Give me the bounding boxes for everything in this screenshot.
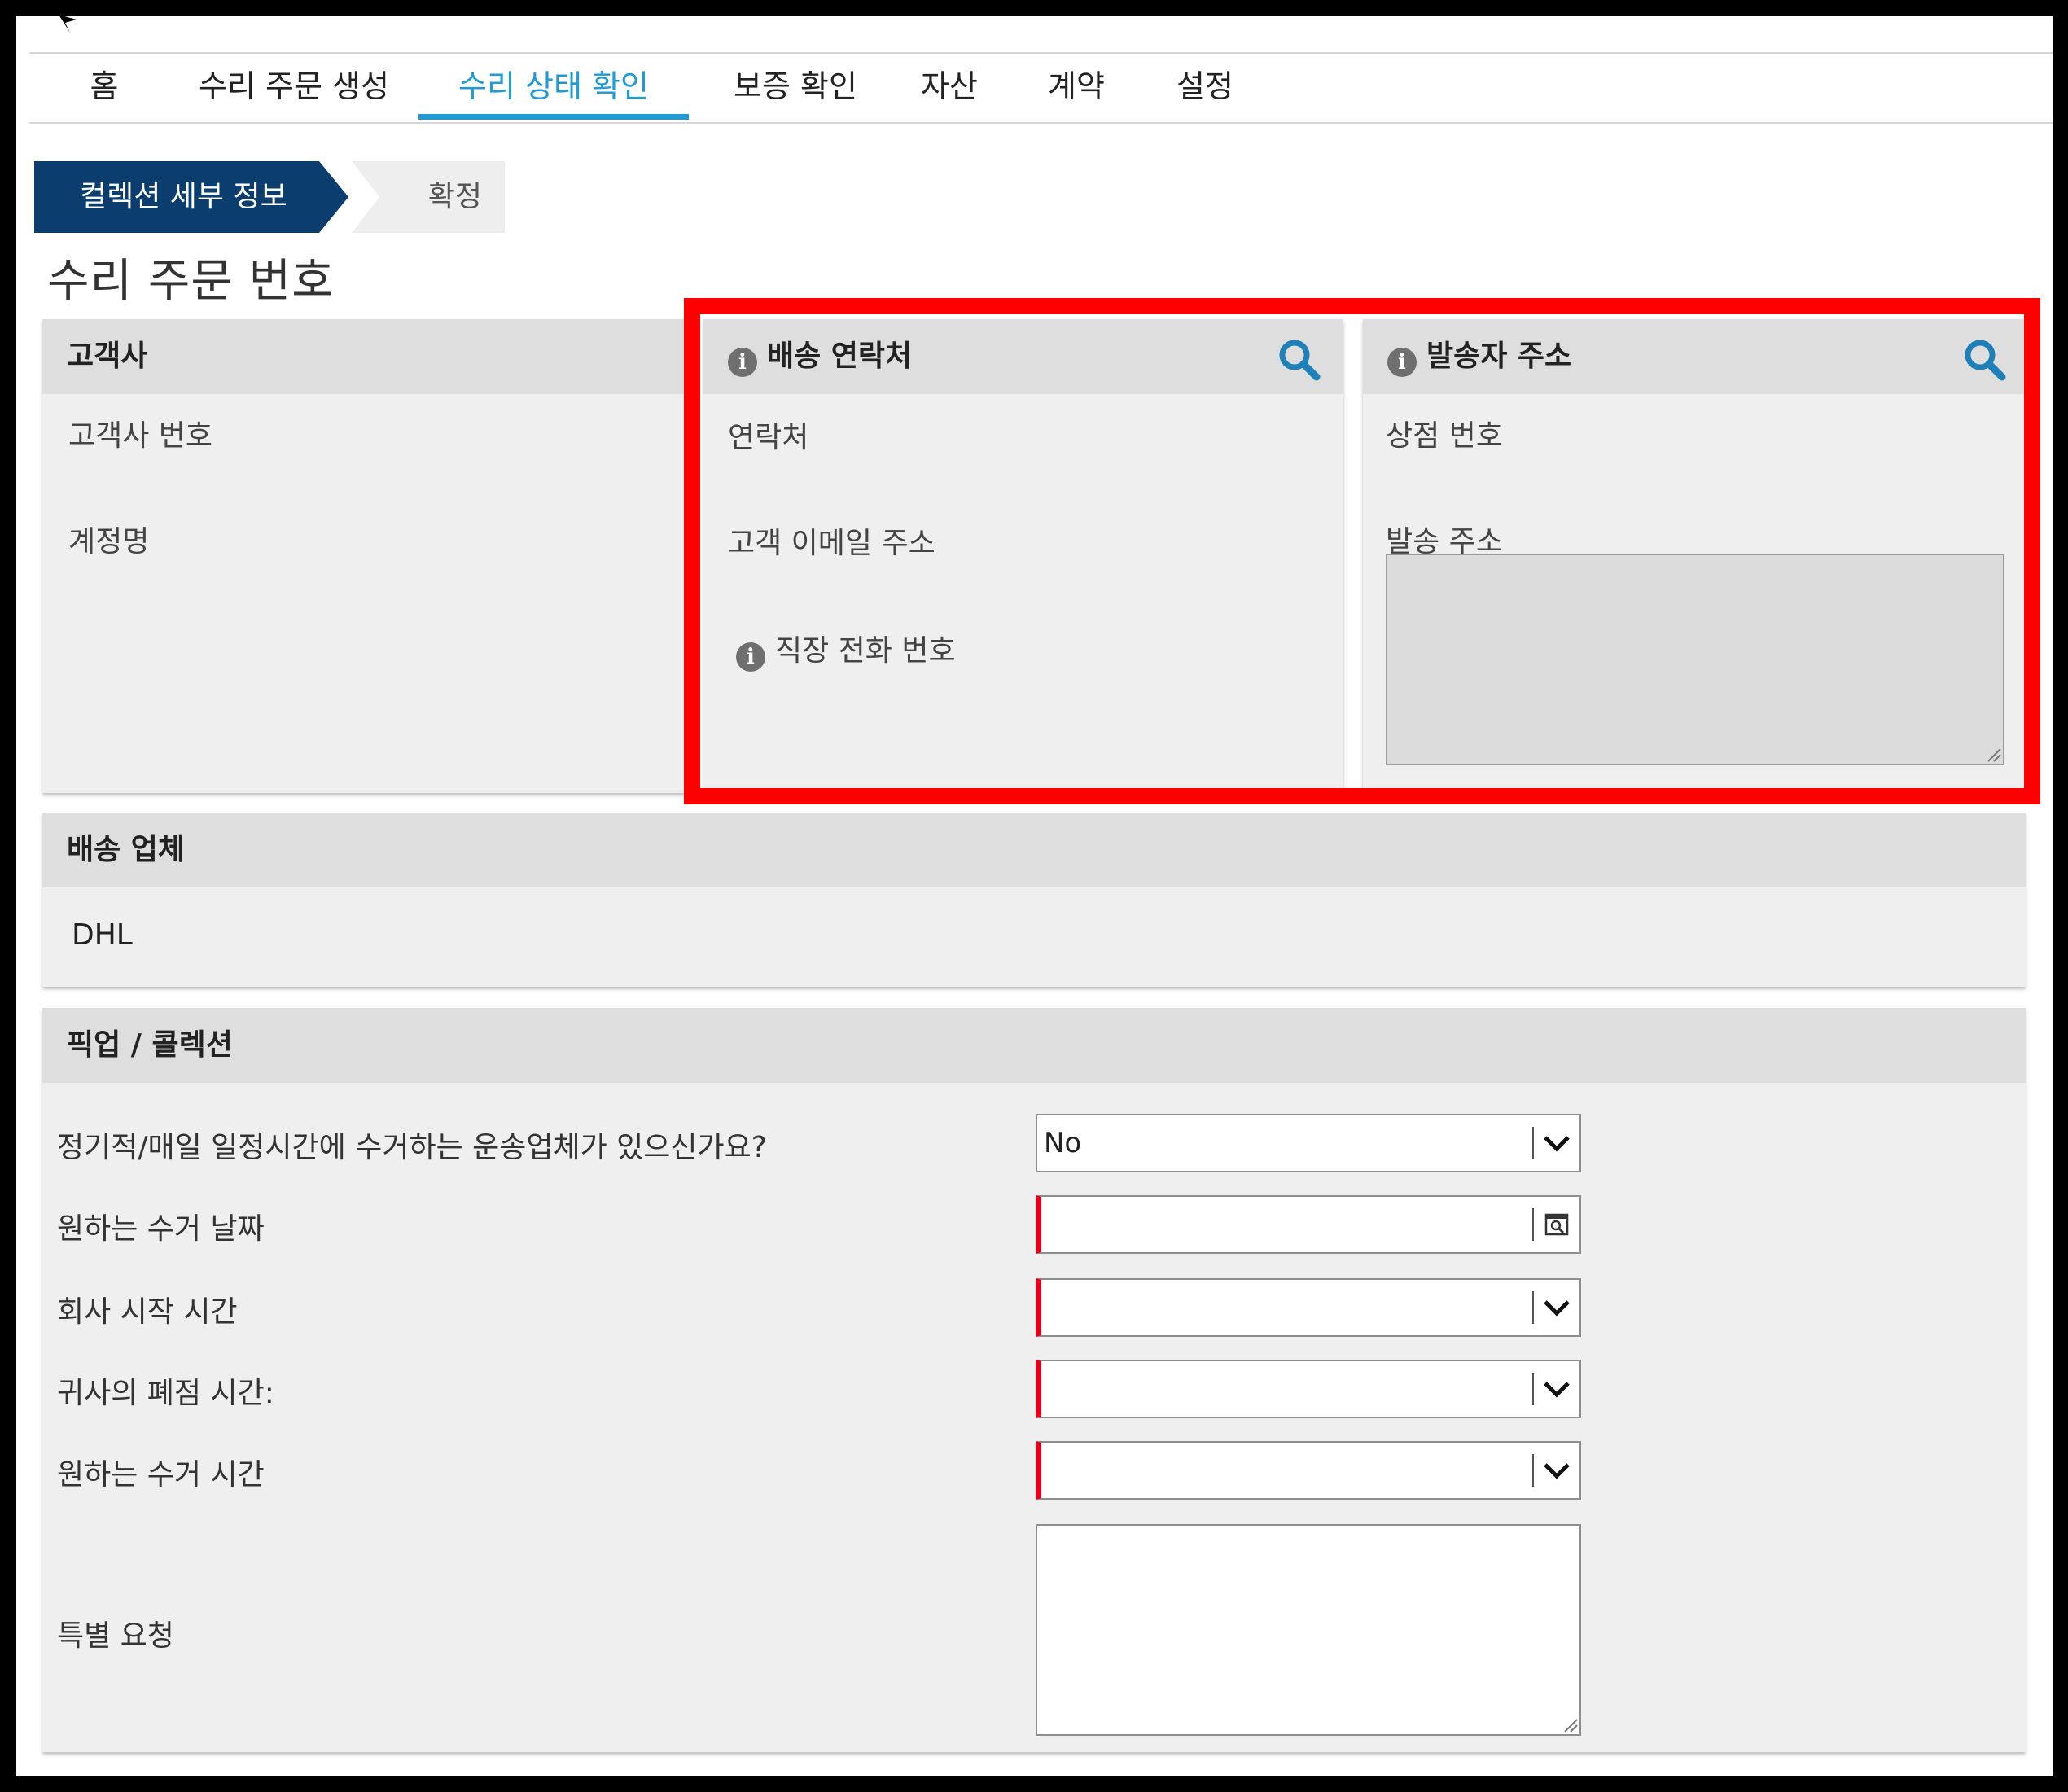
step-confirm[interactable]: 확정 <box>352 161 505 233</box>
account-name-label: 계정명 <box>68 525 150 559</box>
carrier-panel-title: 배송 업체 <box>67 833 186 866</box>
select-divider <box>1532 1373 1534 1405</box>
info-circle-icon[interactable]: i <box>736 642 765 672</box>
closing-time-label: 귀사의 폐점 시간: <box>57 1377 274 1410</box>
carrier-panel-header: 배송 업체 <box>42 813 2026 887</box>
tab-settings[interactable]: 설정 <box>1164 54 1246 122</box>
chevron-down-icon[interactable] <box>1540 1373 1573 1405</box>
tab-contracts[interactable]: 계약 <box>1036 54 1117 122</box>
sender-address-title: i 발송자 주소 <box>1387 319 1571 394</box>
sender-address-title-text: 발송자 주소 <box>1426 340 1572 373</box>
carrier-panel: 배송 업체 <box>42 813 2026 987</box>
chevron-down-icon[interactable] <box>1540 1454 1573 1487</box>
pickup-time-select[interactable] <box>1036 1441 1581 1500</box>
tab-repair-status[interactable]: 수리 상태 확인 <box>418 54 689 122</box>
pickup-panel-header: 픽업 / 콜렉션 <box>42 1008 2026 1083</box>
customer-panel-title: 고객사 <box>67 340 148 373</box>
shipping-contact-title: i 배송 연락처 <box>728 319 912 394</box>
contact-label: 연락처 <box>728 421 809 454</box>
carrier-value: DHL <box>72 918 133 952</box>
regular-carrier-select[interactable]: No <box>1036 1114 1581 1172</box>
tab-home[interactable]: 홈 <box>72 54 137 122</box>
company-start-time-select[interactable] <box>1036 1278 1581 1337</box>
active-tab-indicator <box>418 114 689 120</box>
tab-assets[interactable]: 자산 <box>909 54 990 122</box>
info-circle-icon[interactable]: i <box>728 348 757 377</box>
work-phone-label-text: 직장 전화 번호 <box>775 634 956 668</box>
regular-carrier-value: No <box>1044 1127 1082 1159</box>
customer-panel: 고객사 고객사 번호 계정명 <box>42 319 697 793</box>
select-divider <box>1532 1127 1534 1159</box>
customer-number-label: 고객사 번호 <box>68 419 213 453</box>
chevron-down-icon[interactable] <box>1540 1127 1573 1159</box>
pickup-date-input[interactable] <box>1036 1195 1581 1254</box>
tab-create-repair-order[interactable]: 수리 주문 생성 <box>176 54 412 122</box>
select-divider <box>1532 1454 1534 1487</box>
shipping-contact-title-text: 배송 연락처 <box>767 340 913 373</box>
cursor-mark <box>59 15 77 33</box>
closing-time-select[interactable] <box>1036 1360 1581 1418</box>
input-divider <box>1532 1208 1534 1241</box>
chevron-down-icon[interactable] <box>1540 1291 1573 1324</box>
work-phone-label: i 직장 전화 번호 <box>736 627 956 672</box>
select-divider <box>1532 1291 1534 1324</box>
pickup-date-label: 원하는 수거 날짜 <box>57 1212 265 1246</box>
search-icon[interactable] <box>1277 337 1322 383</box>
shipping-address-textarea[interactable] <box>1386 554 2004 765</box>
step-collection-details[interactable]: 컬렉션 세부 정보 <box>34 161 348 233</box>
resize-grip-icon[interactable] <box>1562 1716 1578 1733</box>
tab-warranty-check[interactable]: 보증 확인 <box>710 54 881 122</box>
pickup-time-label: 원하는 수거 시간 <box>57 1458 265 1492</box>
resize-grip-icon[interactable] <box>1985 746 2001 762</box>
shipping-contact-panel: i 배송 연락처 연락처 고객 이메일 주소 i 직장 전화 번호 <box>703 319 1343 793</box>
customer-email-label: 고객 이메일 주소 <box>728 527 935 560</box>
info-circle-icon[interactable]: i <box>1387 348 1417 377</box>
regular-carrier-label: 정기적/매일 일정시간에 수거하는 운송업체가 있으신가요? <box>57 1131 767 1164</box>
company-start-time-label: 회사 시작 시간 <box>57 1295 238 1329</box>
pickup-panel: 픽업 / 콜렉션 <box>42 1008 2026 1752</box>
store-number-label: 상점 번호 <box>1386 419 1503 453</box>
page-title: 수리 주문 번호 <box>47 255 335 308</box>
main-nav: 홈 수리 주문 생성 수리 상태 확인 보증 확인 자산 계약 설정 <box>29 54 2053 124</box>
sender-address-header: i 발송자 주소 <box>1363 319 2024 394</box>
shipping-contact-header: i 배송 연락처 <box>703 319 1343 394</box>
special-request-label: 특별 요청 <box>57 1619 174 1653</box>
calendar-icon[interactable] <box>1540 1208 1573 1241</box>
special-request-textarea[interactable] <box>1036 1524 1581 1736</box>
customer-panel-header: 고객사 <box>42 319 697 394</box>
search-icon[interactable] <box>1962 337 2008 383</box>
pickup-panel-title: 픽업 / 콜렉션 <box>67 1028 233 1062</box>
